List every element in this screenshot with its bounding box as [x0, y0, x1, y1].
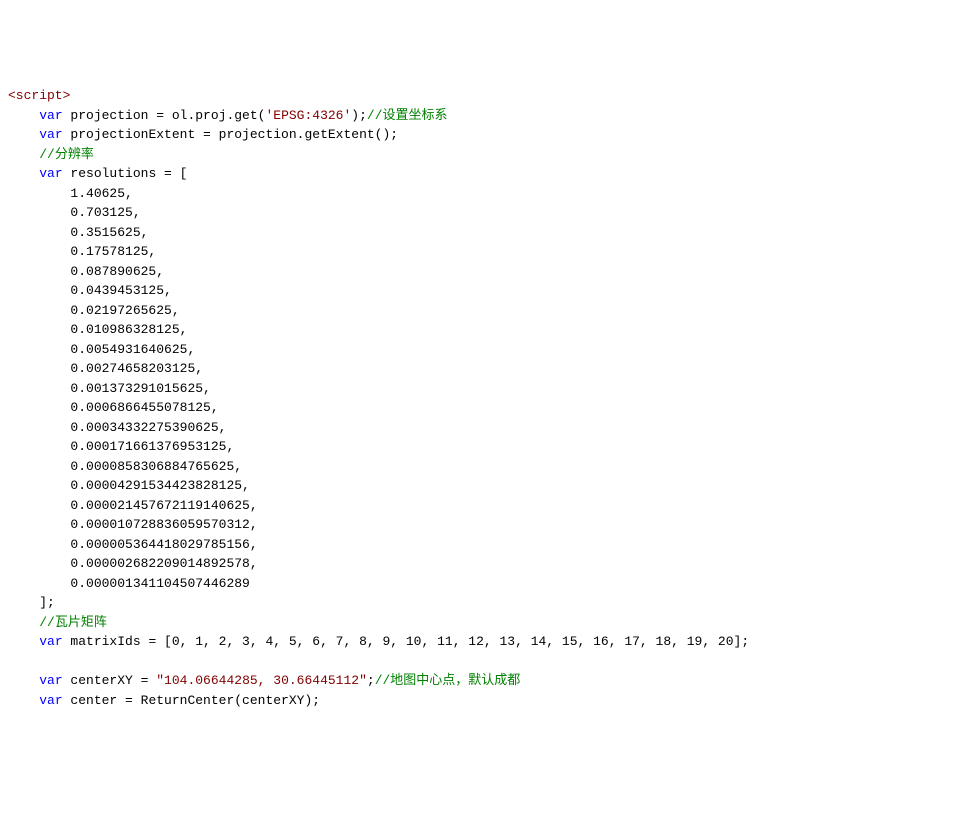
code-block: <script> var projection = ol.proj.get('E… — [8, 86, 960, 710]
token-cm: //设置坐标系 — [367, 108, 448, 123]
code-line: 0.703125, — [8, 203, 960, 223]
code-line: 0.0000858306884765625, — [8, 457, 960, 477]
code-line: 0.000010728836059570312, — [8, 515, 960, 535]
code-line — [8, 652, 960, 672]
token-num: 0.000171661376953125, — [70, 439, 234, 454]
token-num: 0.001373291015625, — [70, 381, 210, 396]
token-id: ); — [351, 108, 367, 123]
token-cm: //分辨率 — [39, 147, 94, 162]
code-line: //分辨率 — [8, 145, 960, 165]
token-num: 0.010986328125, — [70, 322, 187, 337]
token-kw: var — [39, 673, 62, 688]
code-line: 0.000005364418029785156, — [8, 535, 960, 555]
token-kw: var — [39, 166, 62, 181]
code-line: 0.000021457672119140625, — [8, 496, 960, 516]
token-kw: var — [39, 108, 62, 123]
code-line: 0.0054931640625, — [8, 340, 960, 360]
code-line: var matrixIds = [0, 1, 2, 3, 4, 5, 6, 7,… — [8, 632, 960, 652]
code-line: var centerXY = "104.06644285, 30.6644511… — [8, 671, 960, 691]
token-kw: var — [39, 127, 62, 142]
token-num: 0.00034332275390625, — [70, 420, 226, 435]
code-line: //瓦片矩阵 — [8, 613, 960, 633]
code-line: 0.000001341104507446289 — [8, 574, 960, 594]
token-num: 0.000010728836059570312, — [70, 517, 257, 532]
token-kw: var — [39, 693, 62, 708]
code-line: 0.0439453125, — [8, 281, 960, 301]
token-id: projection = ol.proj.get( — [63, 108, 266, 123]
token-num: 0.000021457672119140625, — [70, 498, 257, 513]
code-line: 0.17578125, — [8, 242, 960, 262]
code-line: 1.40625, — [8, 184, 960, 204]
token-num: 0.000001341104507446289 — [70, 576, 249, 591]
token-num: 0.0006866455078125, — [70, 400, 218, 415]
token-num: 0.703125, — [70, 205, 140, 220]
token-cm: //瓦片矩阵 — [39, 615, 107, 630]
code-line: ]; — [8, 593, 960, 613]
code-line: 0.087890625, — [8, 262, 960, 282]
code-line: 0.010986328125, — [8, 320, 960, 340]
token-num: 0.000002682209014892578, — [70, 556, 257, 571]
token-num: 1.40625, — [70, 186, 132, 201]
code-line: var projection = ol.proj.get('EPSG:4326'… — [8, 106, 960, 126]
code-line: var center = ReturnCenter(centerXY); — [8, 691, 960, 711]
token-num: 0.00004291534423828125, — [70, 478, 249, 493]
code-line: 0.00004291534423828125, — [8, 476, 960, 496]
token-num: 0.0054931640625, — [70, 342, 195, 357]
token-id: ]; — [39, 595, 55, 610]
token-num: 0.0000858306884765625, — [70, 459, 242, 474]
code-line: 0.3515625, — [8, 223, 960, 243]
token-str: "104.06644285, 30.66445112" — [156, 673, 367, 688]
token-num: 0.0439453125, — [70, 283, 171, 298]
token-str: 'EPSG:4326' — [265, 108, 351, 123]
token-id: matrixIds = [0, 1, 2, 3, 4, 5, 6, 7, 8, … — [63, 634, 750, 649]
token-num: 0.087890625, — [70, 264, 164, 279]
token-id: projectionExtent = projection.getExtent(… — [63, 127, 398, 142]
token-id: center = ReturnCenter(centerXY); — [63, 693, 320, 708]
code-line: 0.001373291015625, — [8, 379, 960, 399]
token-cm: //地图中心点，默认成都 — [375, 673, 521, 688]
token-num: 0.00274658203125, — [70, 361, 203, 376]
code-line: var projectionExtent = projection.getExt… — [8, 125, 960, 145]
code-line: 0.000171661376953125, — [8, 437, 960, 457]
code-line: 0.000002682209014892578, — [8, 554, 960, 574]
token-tag: <script> — [8, 88, 70, 103]
token-id: centerXY = — [63, 673, 157, 688]
code-line: 0.00034332275390625, — [8, 418, 960, 438]
code-line: 0.0006866455078125, — [8, 398, 960, 418]
token-kw: var — [39, 634, 62, 649]
code-line: var resolutions = [ — [8, 164, 960, 184]
token-num: 0.02197265625, — [70, 303, 179, 318]
token-num: 0.17578125, — [70, 244, 156, 259]
code-line: 0.02197265625, — [8, 301, 960, 321]
token-num: 0.000005364418029785156, — [70, 537, 257, 552]
token-num: 0.3515625, — [70, 225, 148, 240]
code-line: 0.00274658203125, — [8, 359, 960, 379]
token-id: resolutions = [ — [63, 166, 188, 181]
code-line: <script> — [8, 86, 960, 106]
token-id: ; — [367, 673, 375, 688]
